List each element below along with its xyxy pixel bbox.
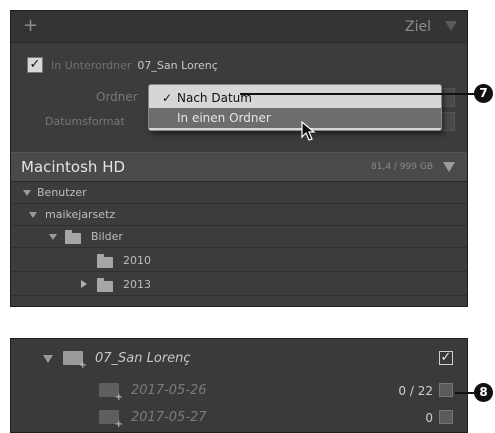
menu-item-nach-datum[interactable]: ✓ Nach Datum [149, 88, 441, 108]
callout-line-7 [240, 93, 475, 95]
volume-expand-icon[interactable] [443, 162, 455, 172]
tree-row-2010[interactable]: 2010 [11, 248, 467, 272]
folder-row[interactable]: 2017-05-26 0 / 22 [11, 379, 467, 404]
tree-row-maikejarsetz[interactable]: maikejarsetz [11, 204, 467, 226]
import-folder-panel: 07_San Lorenç ✓ 2017-05-26 0 / 22 2017-0… [10, 338, 468, 433]
folder-icon [97, 278, 113, 292]
subfolder-row: ✓ In Unterordner 07_San Lorenç [27, 55, 218, 75]
tree-row-benutzer[interactable]: Benutzer [11, 182, 467, 204]
new-folder-icon [99, 383, 123, 403]
callout-line-8 [455, 392, 475, 394]
new-folder-icon [99, 410, 123, 430]
tree-label: 2013 [123, 278, 151, 291]
menu-item-in-einen-ordner[interactable]: In einen Ordner [149, 108, 441, 128]
panel-header[interactable]: + Ziel [11, 11, 467, 43]
volume-bar[interactable]: Macintosh HD 81,4 / 999 GB [11, 152, 467, 182]
collapsed-triangle-icon[interactable] [81, 280, 87, 288]
folder-name: 2017-05-27 [131, 410, 207, 425]
menu-item-label: In einen Ordner [177, 111, 271, 125]
tree-label: Bilder [91, 230, 123, 243]
expand-triangle-icon[interactable] [23, 190, 31, 196]
volume-name: Macintosh HD [21, 158, 126, 176]
expand-triangle-icon[interactable] [43, 355, 53, 363]
ordner-label: Ordner [96, 90, 138, 104]
new-folder-icon [63, 351, 87, 371]
folder-row[interactable]: 2017-05-27 0 [11, 406, 467, 431]
subfolder-name-field[interactable]: 07_San Lorenç [137, 59, 217, 72]
collapse-triangle-icon[interactable] [445, 21, 457, 31]
mouse-cursor-icon [301, 121, 316, 141]
tree-label: 2010 [123, 254, 151, 267]
panel-title: Ziel [405, 19, 431, 35]
folder-checkbox[interactable]: ✓ [439, 351, 453, 365]
callout-badge-7: 7 [474, 84, 493, 103]
datumsformat-label: Datumsformat [45, 115, 125, 128]
folder-checkbox[interactable] [439, 410, 453, 424]
subfolder-checkbox[interactable]: ✓ [27, 57, 43, 73]
checkmark-icon: ✓ [162, 91, 173, 105]
tree-row-bilder[interactable]: Bilder [11, 226, 467, 248]
plus-icon[interactable]: + [23, 16, 38, 36]
photo-count: 0 [425, 411, 433, 425]
photo-count: 0 / 22 [398, 384, 433, 398]
subfolder-label: In Unterordner [51, 58, 132, 72]
tree-label: maikejarsetz [45, 208, 116, 221]
folder-checkbox[interactable] [439, 383, 453, 397]
tree-label: Benutzer [37, 186, 87, 199]
tree-row-2013[interactable]: 2013 [11, 272, 467, 296]
ziel-panel: + Ziel ✓ In Unterordner 07_San Lorenç Or… [10, 10, 468, 307]
callout-badge-8: 8 [474, 383, 493, 402]
ordner-dropdown-menu: ✓ Nach Datum In einen Ordner [148, 84, 442, 131]
folder-name: 07_San Lorenç [95, 351, 191, 366]
volume-size: 81,4 / 999 GB [371, 162, 433, 172]
expand-triangle-icon[interactable] [29, 212, 37, 218]
folder-name: 2017-05-26 [131, 383, 207, 398]
folder-icon [97, 254, 113, 268]
folder-icon [65, 230, 81, 244]
expand-triangle-icon[interactable] [49, 234, 57, 240]
folder-row-root[interactable]: 07_San Lorenç ✓ [11, 347, 467, 372]
